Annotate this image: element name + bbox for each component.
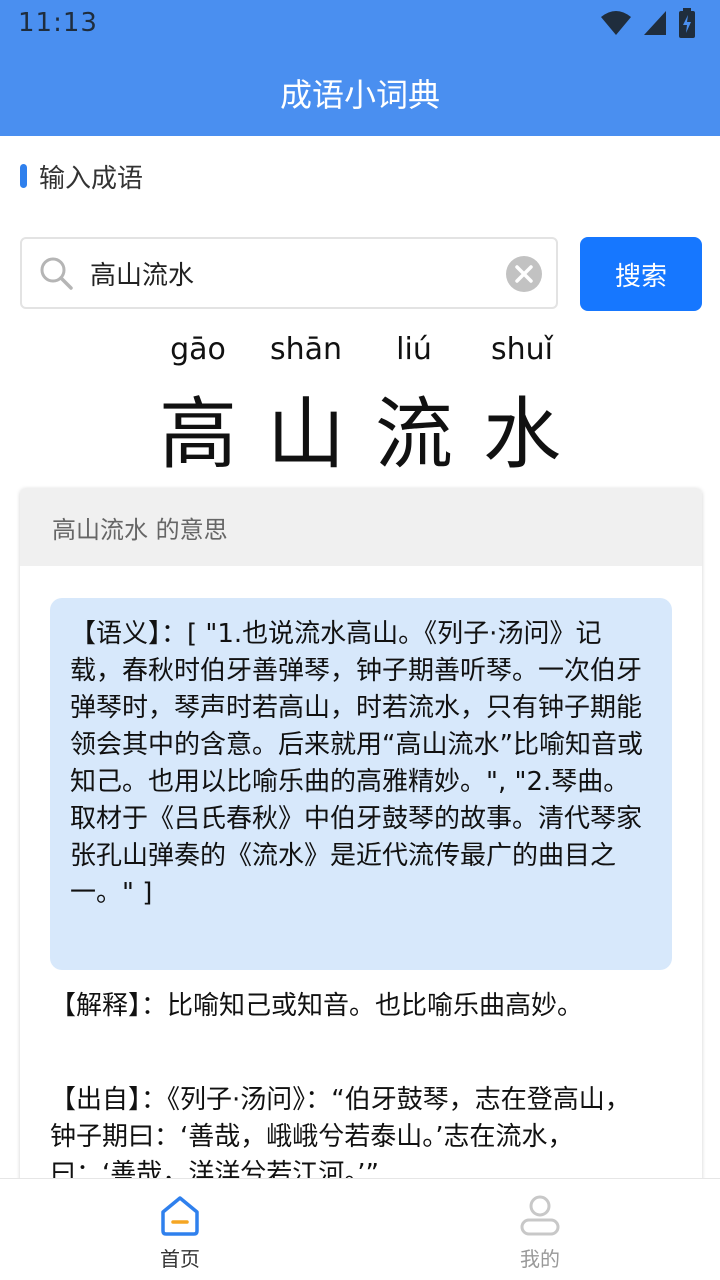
section-label-text: 输入成语 xyxy=(39,163,144,194)
idiom-char-4: 水 xyxy=(482,390,561,480)
user-icon xyxy=(520,1195,560,1236)
search-button[interactable]: 搜索 xyxy=(580,237,702,311)
status-time: 11:13 xyxy=(18,8,98,38)
search-input[interactable] xyxy=(88,257,472,289)
section-label: 输入成语 xyxy=(20,158,143,194)
battery-icon xyxy=(679,8,695,38)
pinyin-3: liú xyxy=(396,332,432,367)
search-box[interactable] xyxy=(20,237,558,309)
page-title: 成语小词典 xyxy=(279,76,440,114)
idiom-char-3: 流 xyxy=(374,390,453,480)
card-header: 高山流水 的意思 xyxy=(20,488,702,566)
idiom-char-2: 山 xyxy=(266,390,345,480)
home-icon xyxy=(161,1196,199,1236)
pinyin-row: gāo shān liú shuǐ xyxy=(0,332,720,372)
app-header: 11:13 成语小词典 xyxy=(0,0,720,136)
bottom-nav: 首页 我的 xyxy=(0,1178,720,1280)
explain-text: 【解释】：比喻知己或知音。也比喻乐曲高妙。 xyxy=(50,991,584,1021)
wifi-icon xyxy=(601,11,631,35)
pinyin-4: shuǐ xyxy=(491,332,553,367)
nav-home[interactable]: 首页 xyxy=(120,1193,240,1272)
pinyin-2: shān xyxy=(269,332,343,367)
status-icons xyxy=(600,8,696,38)
meaning-card: 高山流水 的意思 【语义】：[ "1.也说流水高山。《列子·汤问》记载，春秋时伯… xyxy=(20,488,702,1188)
nav-home-label: 首页 xyxy=(160,1247,200,1271)
idiom-char-1: 高 xyxy=(158,390,237,480)
clear-icon[interactable] xyxy=(506,256,542,292)
source-text: 【出自】：《列子·汤问》：“伯牙鼓琴，志在登高山，钟子期曰：‘善哉，峨峨兮若泰山… xyxy=(50,1085,631,1188)
signal-icon xyxy=(644,11,666,35)
search-icon xyxy=(40,257,73,290)
pinyin-1: gāo xyxy=(170,332,226,367)
meaning-text: 【语义】：[ "1.也说流水高山。《列子·汤问》记载，春秋时伯牙善弹琴，钟子期善… xyxy=(50,598,672,970)
char-row: 高 山 流 水 xyxy=(0,372,720,480)
app-root: 11:13 成语小词典 输入成语 高山流水 搜索 gāo shān liú sh… xyxy=(0,0,720,1280)
nav-mine[interactable]: 我的 xyxy=(480,1193,600,1272)
section-marker xyxy=(20,164,27,188)
nav-mine-label: 我的 xyxy=(520,1247,560,1271)
